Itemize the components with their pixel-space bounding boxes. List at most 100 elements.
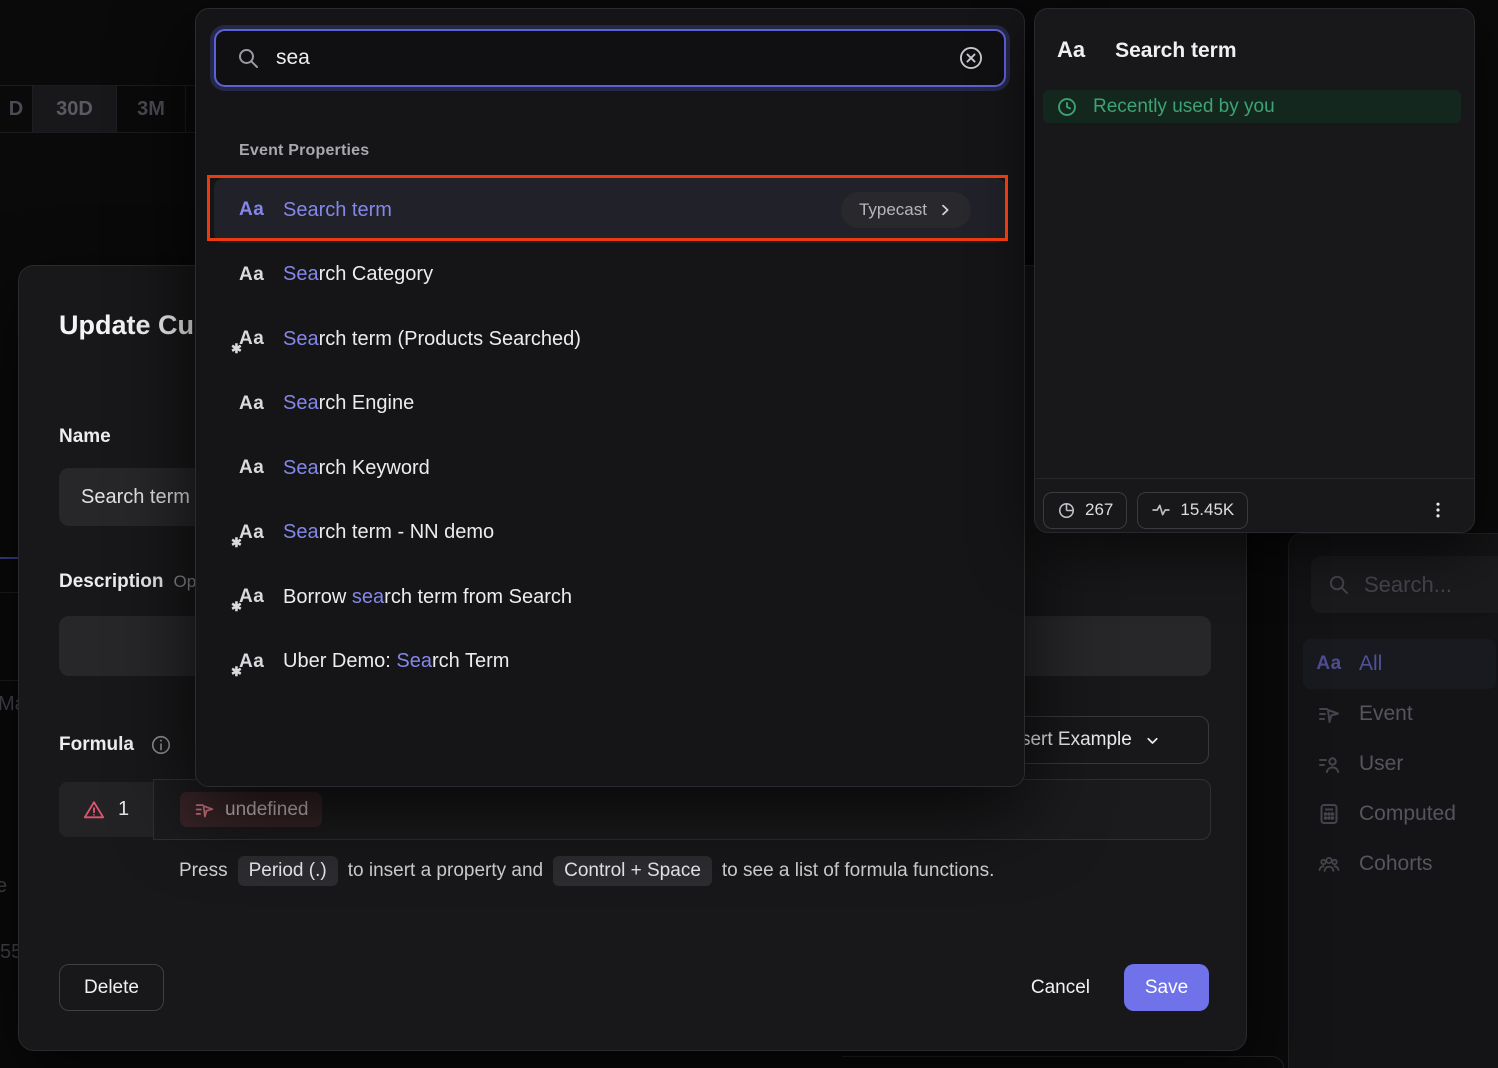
formula-editor[interactable]: undefined [153, 779, 1211, 840]
property-results-list: Aa Search term Typecast Aa Search Catego… [214, 178, 1006, 694]
property-search-dropdown: sea Event Properties Aa Search term Type… [195, 8, 1025, 787]
property-label: Borrow search term from Search [283, 586, 981, 609]
filter-label: All [1359, 652, 1382, 676]
custom-property-star: ✱ [231, 341, 242, 357]
chevron-down-icon [1144, 732, 1161, 749]
text-type-icon: Aa [1315, 653, 1343, 675]
property-row-search-category[interactable]: Aa Search Category [214, 243, 1006, 308]
recently-used-badge: Recently used by you [1043, 90, 1461, 123]
typecast-button[interactable]: Typecast [841, 192, 971, 228]
custom-event-icon [194, 799, 215, 820]
kebab-menu-icon[interactable] [1424, 496, 1452, 524]
clear-search-icon[interactable] [958, 45, 984, 71]
filter-item-computed[interactable]: Computed [1303, 789, 1496, 839]
sidebar-search-input[interactable]: Search... [1311, 556, 1498, 613]
cohorts-icon [1315, 852, 1343, 876]
text-type-icon-custom: Aa✱ [239, 586, 269, 608]
property-row-uber-demo-search-term[interactable]: Aa✱ Uber Demo: Search Term [214, 630, 1006, 695]
property-label: Search term [283, 199, 841, 222]
formula-error-gutter: 1 [59, 782, 153, 837]
divider [1035, 478, 1474, 479]
property-row-search-term[interactable]: Aa Search term Typecast [214, 178, 1006, 243]
volume-chip[interactable]: 15.45K [1137, 492, 1248, 529]
cardinality-chip[interactable]: 267 [1043, 492, 1127, 529]
modal-footer: Delete Cancel Save [59, 964, 1209, 1011]
app-screen: D 30D 3M May e 55 Search... Aa All Event [0, 0, 1498, 1068]
filter-label: User [1359, 752, 1403, 776]
formula-help-text: Press Period (.) to insert a property an… [179, 856, 994, 886]
warning-icon [83, 799, 105, 821]
typecast-label: Typecast [859, 200, 927, 220]
save-button[interactable]: Save [1124, 964, 1209, 1011]
filter-label: Computed [1359, 802, 1456, 826]
property-title: Search term [1115, 39, 1236, 63]
text-type-icon: Aa [239, 393, 269, 415]
text-type-icon-custom: Aa✱ [239, 522, 269, 544]
property-filter-sidebar: Search... Aa All Event User [1288, 533, 1498, 1068]
filter-item-user[interactable]: User [1303, 739, 1496, 789]
text-type-icon: Aa [239, 264, 269, 286]
text-type-icon-custom: Aa✱ [239, 328, 269, 350]
time-range-3m[interactable]: 3M [117, 86, 186, 132]
background-panel-edge [842, 1056, 1284, 1068]
custom-property-star: ✱ [231, 664, 242, 680]
filter-label: Cohorts [1359, 852, 1433, 876]
custom-property-star: ✱ [231, 599, 242, 615]
filter-item-event[interactable]: Event [1303, 689, 1496, 739]
kbd-period: Period (.) [238, 856, 338, 886]
property-label: Search term - NN demo [283, 521, 981, 544]
volume-value: 15.45K [1180, 500, 1234, 520]
property-label: Search term (Products Searched) [283, 328, 981, 351]
filter-label: Event [1359, 702, 1413, 726]
pie-chart-icon [1057, 501, 1076, 520]
text-fragment: e [0, 875, 7, 898]
property-row-borrow-search-term[interactable]: Aa✱ Borrow search term from Search [214, 565, 1006, 630]
search-icon [236, 46, 260, 70]
text-type-icon: Aa [1057, 37, 1085, 63]
computed-icon [1315, 802, 1343, 826]
activity-icon [1151, 500, 1171, 520]
badge-label: Recently used by you [1093, 96, 1275, 118]
property-row-search-term-nn-demo[interactable]: Aa✱ Search term - NN demo [214, 501, 1006, 566]
modal-title: Update Cu [59, 310, 194, 341]
property-label: Search Keyword [283, 457, 981, 480]
kbd-control-space: Control + Space [553, 856, 712, 886]
section-header: Event Properties [239, 142, 369, 160]
info-icon[interactable] [150, 734, 172, 756]
detail-stats-row: 267 15.45K [1043, 486, 1452, 534]
time-range-30d[interactable]: 30D [33, 86, 117, 132]
property-label: Search Category [283, 263, 981, 286]
text-type-icon: Aa [239, 457, 269, 479]
user-icon [1315, 752, 1343, 776]
clock-icon [1056, 96, 1078, 118]
chevron-right-icon [937, 202, 953, 218]
token-label: undefined [225, 799, 308, 821]
property-row-search-engine[interactable]: Aa Search Engine [214, 372, 1006, 437]
text-type-icon-custom: Aa✱ [239, 651, 269, 673]
property-type-filters: Aa All Event User Computed [1303, 639, 1496, 889]
time-range-7d[interactable]: D [0, 86, 33, 132]
time-range-bar: D 30D 3M [0, 85, 195, 133]
detail-header: Aa Search term [1057, 37, 1237, 63]
property-search-input[interactable]: sea [214, 29, 1006, 87]
formula-label: Formula [59, 734, 172, 756]
formula-token-undefined[interactable]: undefined [180, 792, 322, 827]
search-icon [1327, 573, 1350, 596]
event-icon [1315, 702, 1343, 726]
search-query: sea [276, 46, 958, 70]
name-label: Name [59, 426, 111, 448]
cancel-button[interactable]: Cancel [1031, 977, 1090, 999]
custom-property-star: ✱ [231, 535, 242, 551]
property-row-search-term-products[interactable]: Aa✱ Search term (Products Searched) [214, 307, 1006, 372]
property-detail-panel: Aa Search term Recently used by you 267 … [1034, 8, 1475, 533]
delete-button[interactable]: Delete [59, 964, 164, 1011]
cardinality-value: 267 [1085, 500, 1113, 520]
property-label: Search Engine [283, 392, 981, 415]
property-label: Uber Demo: Search Term [283, 650, 981, 673]
sidebar-search-placeholder: Search... [1364, 572, 1452, 598]
filter-item-all[interactable]: Aa All [1303, 639, 1496, 689]
text-type-icon: Aa [239, 199, 269, 221]
error-count: 1 [118, 798, 129, 821]
filter-item-cohorts[interactable]: Cohorts [1303, 839, 1496, 889]
property-row-search-keyword[interactable]: Aa Search Keyword [214, 436, 1006, 501]
